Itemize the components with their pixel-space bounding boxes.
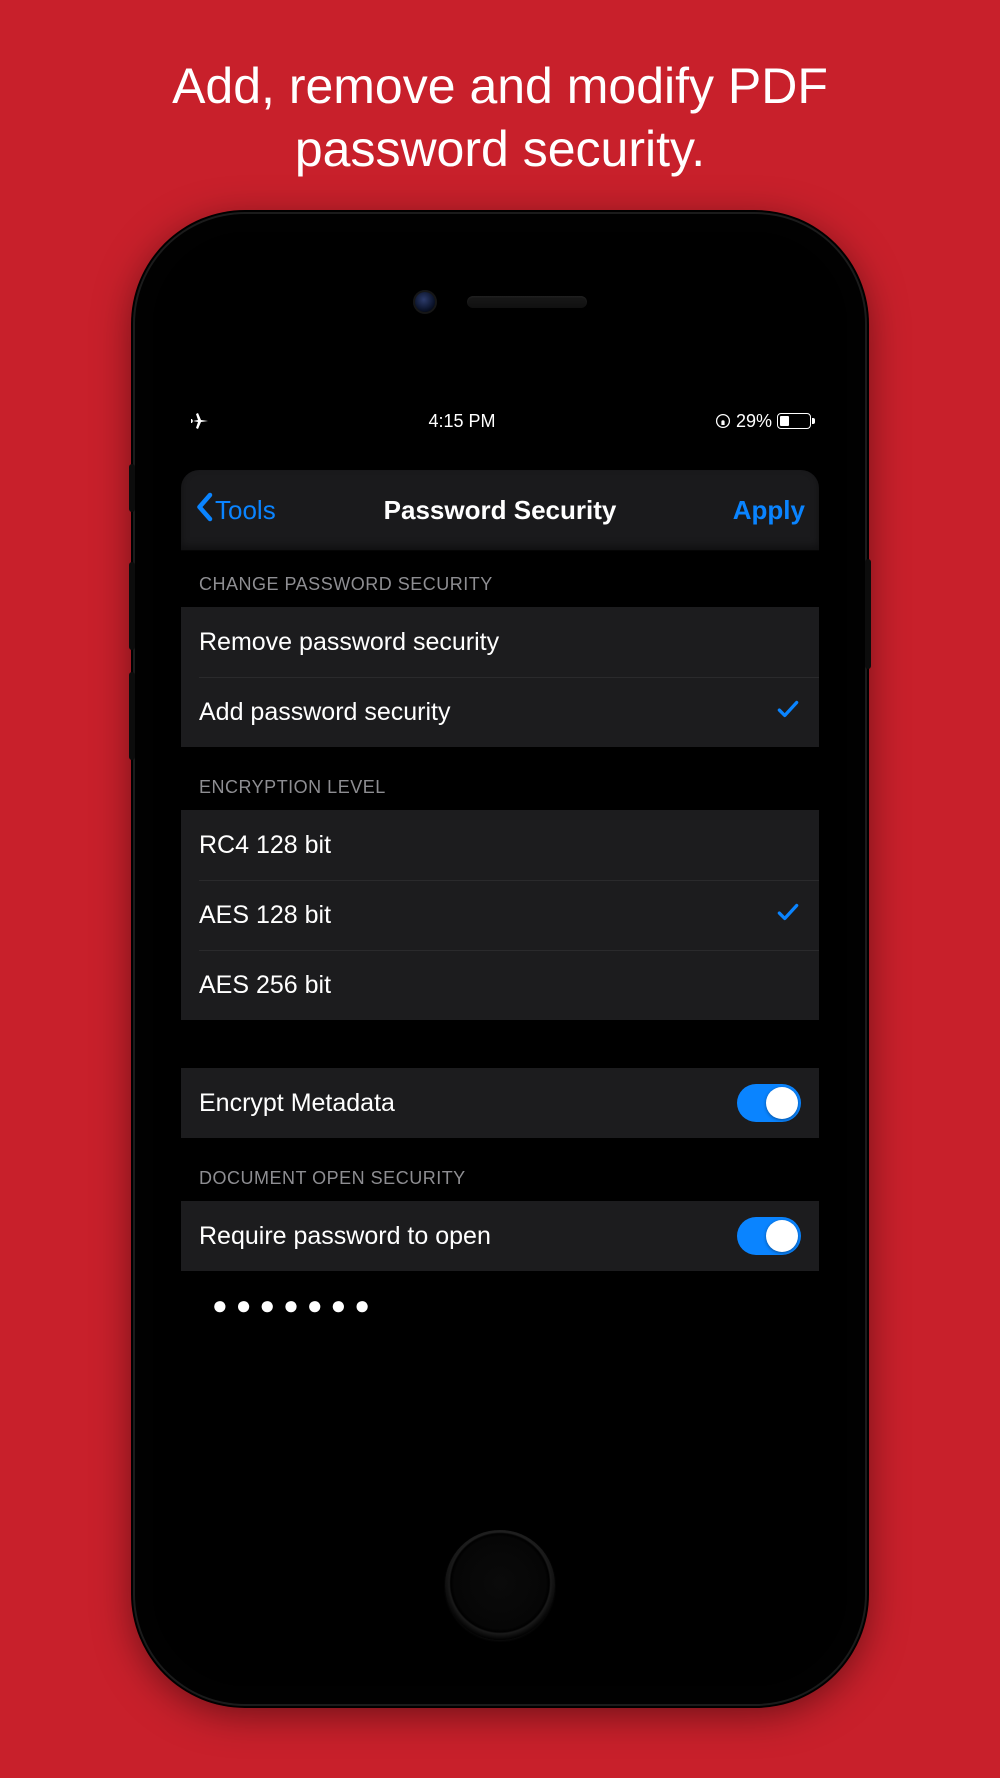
phone-mute-switch <box>129 464 135 512</box>
option-label: RC4 128 bit <box>199 831 331 860</box>
promo-title: Add, remove and modify PDF password secu… <box>0 0 1000 210</box>
require-password-toggle[interactable] <box>737 1217 801 1255</box>
option-label: AES 256 bit <box>199 971 331 1000</box>
checkmark-icon <box>775 696 801 729</box>
option-aes-128[interactable]: AES 128 bit <box>181 880 819 950</box>
row-label: Encrypt Metadata <box>199 1089 395 1118</box>
section-header-encryption: ENCRYPTION LEVEL <box>181 747 819 810</box>
require-password-row[interactable]: Require password to open <box>181 1201 819 1271</box>
section-header-change: CHANGE PASSWORD SECURITY <box>181 550 819 607</box>
nav-bar: Tools Password Security Apply <box>181 470 819 550</box>
orientation-lock-icon <box>715 413 731 429</box>
front-camera <box>413 290 437 314</box>
status-time: 4:15 PM <box>428 411 495 432</box>
battery-icon <box>777 413 811 429</box>
phone-frame: 4:15 PM 29% Tools Password Security <box>135 214 865 1704</box>
phone-volume-down <box>129 672 135 760</box>
option-rc4-128[interactable]: RC4 128 bit <box>181 810 819 880</box>
encrypt-metadata-row[interactable]: Encrypt Metadata <box>181 1068 819 1138</box>
open-password-input[interactable]: ●●●●●●● <box>199 1281 801 1329</box>
encrypt-metadata-toggle[interactable] <box>737 1084 801 1122</box>
home-button[interactable] <box>445 1530 555 1640</box>
chevron-left-icon <box>195 492 213 529</box>
option-aes-256[interactable]: AES 256 bit <box>181 950 819 1020</box>
page-title: Password Security <box>384 495 617 526</box>
screen: 4:15 PM 29% Tools Password Security <box>181 407 819 1496</box>
battery-percent: 29% <box>736 411 772 432</box>
option-label: Add password security <box>199 698 451 727</box>
option-label: AES 128 bit <box>199 901 331 930</box>
section-spacer <box>181 1020 819 1068</box>
apply-button[interactable]: Apply <box>733 495 805 526</box>
airplane-mode-icon <box>189 411 209 431</box>
section-header-doc-open: DOCUMENT OPEN SECURITY <box>181 1138 819 1201</box>
back-button[interactable]: Tools <box>195 492 276 529</box>
status-bar: 4:15 PM 29% <box>181 407 819 435</box>
checkmark-icon <box>775 899 801 932</box>
option-label: Remove password security <box>199 628 499 657</box>
settings-list: CHANGE PASSWORD SECURITY Remove password… <box>181 550 819 1329</box>
row-label: Require password to open <box>199 1222 491 1251</box>
option-remove-password[interactable]: Remove password security <box>181 607 819 677</box>
phone-volume-up <box>129 562 135 650</box>
back-label: Tools <box>215 495 276 526</box>
phone-power-button <box>865 559 871 669</box>
earpiece-speaker <box>467 296 587 308</box>
option-add-password[interactable]: Add password security <box>181 677 819 747</box>
password-masked-value: ●●●●●●● <box>212 1290 378 1321</box>
